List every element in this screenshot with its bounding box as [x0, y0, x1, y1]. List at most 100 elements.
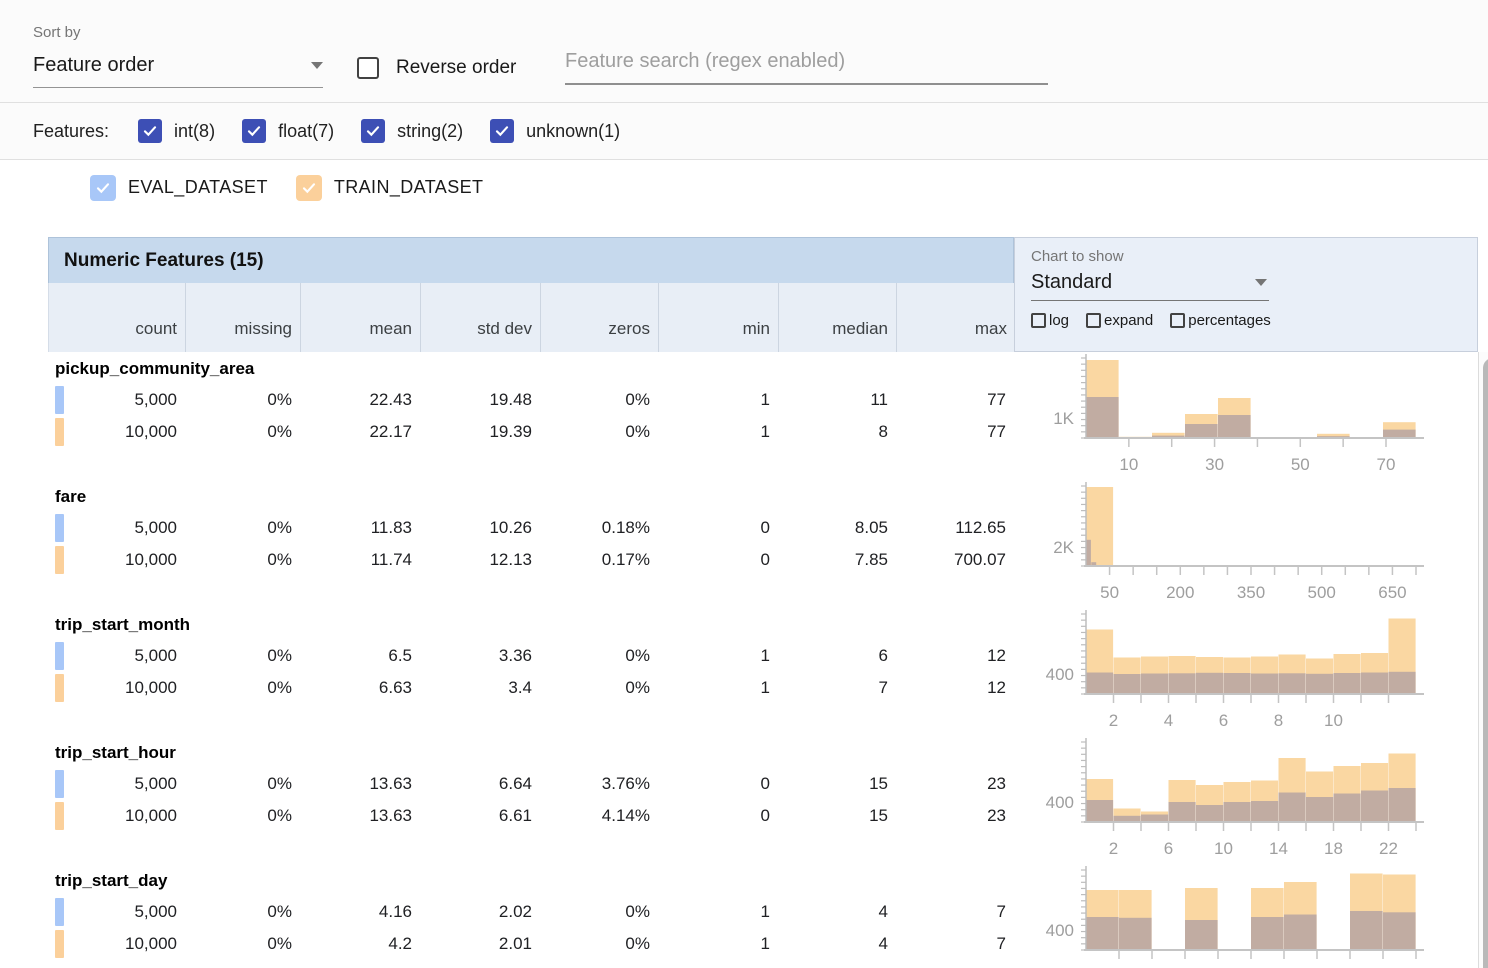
feature-name: trip_start_hour: [48, 736, 1014, 768]
expand-checkbox[interactable]: [1086, 313, 1101, 328]
train-color-swatch: [55, 418, 64, 446]
chart-type-dropdown[interactable]: Standard: [1031, 265, 1269, 301]
stat-value: 10,000: [48, 678, 185, 698]
train-stats-row: 10,0000%4.22.010%147: [48, 928, 1014, 960]
sort-by-dropdown[interactable]: Feature order: [33, 54, 323, 88]
stat-value: 3.4: [420, 678, 540, 698]
train-color-swatch: [55, 802, 64, 830]
svg-text:200: 200: [1166, 583, 1194, 602]
stat-value: 5,000: [48, 646, 185, 666]
stat-value: 22.17: [300, 422, 420, 442]
type-checkbox[interactable]: [490, 119, 514, 143]
stat-value: 15: [778, 806, 896, 826]
stat-value: 13.63: [300, 806, 420, 826]
feature-type-filter[interactable]: unknown(1): [490, 119, 620, 143]
stat-value: 19.48: [420, 390, 540, 410]
feature-type-filter[interactable]: float(7): [242, 119, 334, 143]
stat-value: 0%: [185, 678, 300, 698]
percentages-checkbox[interactable]: [1170, 313, 1185, 328]
stat-value: 12: [896, 646, 1014, 666]
type-checkbox[interactable]: [361, 119, 385, 143]
eval-stats-row: 5,0000%13.636.643.76%01523: [48, 768, 1014, 800]
train-color-swatch: [55, 674, 64, 702]
svg-text:22: 22: [1379, 839, 1398, 858]
stat-value: 1: [658, 934, 778, 954]
eval-stats-row: 5,0000%11.8310.260.18%08.05112.65: [48, 512, 1014, 544]
histogram-svg: 103050701K: [1014, 352, 1450, 480]
feature-name: trip_start_month: [48, 608, 1014, 640]
svg-text:400: 400: [1046, 665, 1074, 684]
svg-text:18: 18: [1324, 839, 1343, 858]
stat-value: 700.07: [896, 550, 1014, 570]
svg-text:400: 400: [1046, 793, 1074, 812]
stat-value: 10,000: [48, 934, 185, 954]
chart-options: log expand percentages: [1031, 312, 1477, 329]
feature-histogram: 103050701K: [1014, 352, 1450, 480]
stat-value: 0: [658, 550, 778, 570]
dataset-toggle-eval_dataset[interactable]: EVAL_DATASET: [90, 175, 268, 201]
stat-value: 15: [778, 774, 896, 794]
col-max: max: [897, 283, 1015, 352]
dataset-label: EVAL_DATASET: [128, 177, 268, 198]
reverse-order-checkbox[interactable]: [357, 57, 379, 79]
col-std-dev: std dev: [421, 283, 541, 352]
stat-value: 0%: [185, 550, 300, 570]
type-label: string(2): [397, 121, 463, 142]
stat-value: 77: [896, 390, 1014, 410]
dataset-checkbox[interactable]: [296, 175, 322, 201]
stat-value: 23: [896, 806, 1014, 826]
feature-row: trip_start_month 5,0000%6.53.360%1612 10…: [48, 608, 1478, 736]
stat-value: 2.01: [420, 934, 540, 954]
feature-search: [565, 50, 1048, 85]
stat-value: 6.64: [420, 774, 540, 794]
feature-row: fare 5,0000%11.8310.260.18%08.05112.65 1…: [48, 480, 1478, 608]
stat-value: 11: [778, 390, 896, 410]
stat-value: 19.39: [420, 422, 540, 442]
eval-color-swatch: [55, 642, 64, 670]
col-zeros: zeros: [541, 283, 659, 352]
feature-type-filter[interactable]: string(2): [361, 119, 463, 143]
eval-stats-row: 5,0000%22.4319.480%11177: [48, 384, 1014, 416]
svg-text:8: 8: [1274, 711, 1283, 730]
feature-name: fare: [48, 480, 1014, 512]
dataset-checkbox[interactable]: [90, 175, 116, 201]
svg-text:2K: 2K: [1053, 538, 1074, 557]
stat-value: 4.14%: [540, 806, 658, 826]
train-stats-row: 10,0000%22.1719.390%1877: [48, 416, 1014, 448]
feature-row: trip_start_hour 5,0000%13.636.643.76%015…: [48, 736, 1478, 864]
stat-value: 4: [778, 902, 896, 922]
type-checkbox[interactable]: [138, 119, 162, 143]
search-input[interactable]: [565, 50, 1048, 85]
svg-text:10: 10: [1324, 711, 1343, 730]
feature-type-filter[interactable]: int(8): [138, 119, 215, 143]
stat-value: 0%: [540, 678, 658, 698]
log-checkbox[interactable]: [1031, 313, 1046, 328]
svg-text:6: 6: [1164, 839, 1173, 858]
stat-value: 6: [778, 646, 896, 666]
table-title: Numeric Features (15): [48, 237, 1014, 283]
stat-value: 10,000: [48, 422, 185, 442]
svg-text:500: 500: [1308, 583, 1336, 602]
feature-name: pickup_community_area: [48, 352, 1014, 384]
stat-value: 5,000: [48, 390, 185, 410]
feature-type-filter-bar: Features: int(8)float(7)string(2)unknown…: [0, 103, 1488, 160]
dataset-toggle-train_dataset[interactable]: TRAIN_DATASET: [296, 175, 484, 201]
col-count: count: [49, 283, 186, 352]
histogram-svg: 400: [1014, 864, 1450, 968]
train-color-swatch: [55, 546, 64, 574]
stat-value: 11.83: [300, 518, 420, 538]
stat-value: 1: [658, 422, 778, 442]
stat-value: 6.61: [420, 806, 540, 826]
stat-value: 0%: [185, 646, 300, 666]
numeric-features-table: Numeric Features (15) count missing mean…: [48, 237, 1488, 968]
feature-histogram: 400: [1014, 864, 1450, 968]
stat-value: 0.17%: [540, 550, 658, 570]
stat-value: 6.5: [300, 646, 420, 666]
check-icon: [142, 123, 158, 139]
stats-header-row: count missing mean std dev zeros min med…: [48, 283, 1014, 352]
stat-value: 5,000: [48, 902, 185, 922]
scrollbar-thumb[interactable]: [1483, 358, 1488, 968]
type-checkbox[interactable]: [242, 119, 266, 143]
eval-color-swatch: [55, 898, 64, 926]
svg-text:50: 50: [1100, 583, 1119, 602]
